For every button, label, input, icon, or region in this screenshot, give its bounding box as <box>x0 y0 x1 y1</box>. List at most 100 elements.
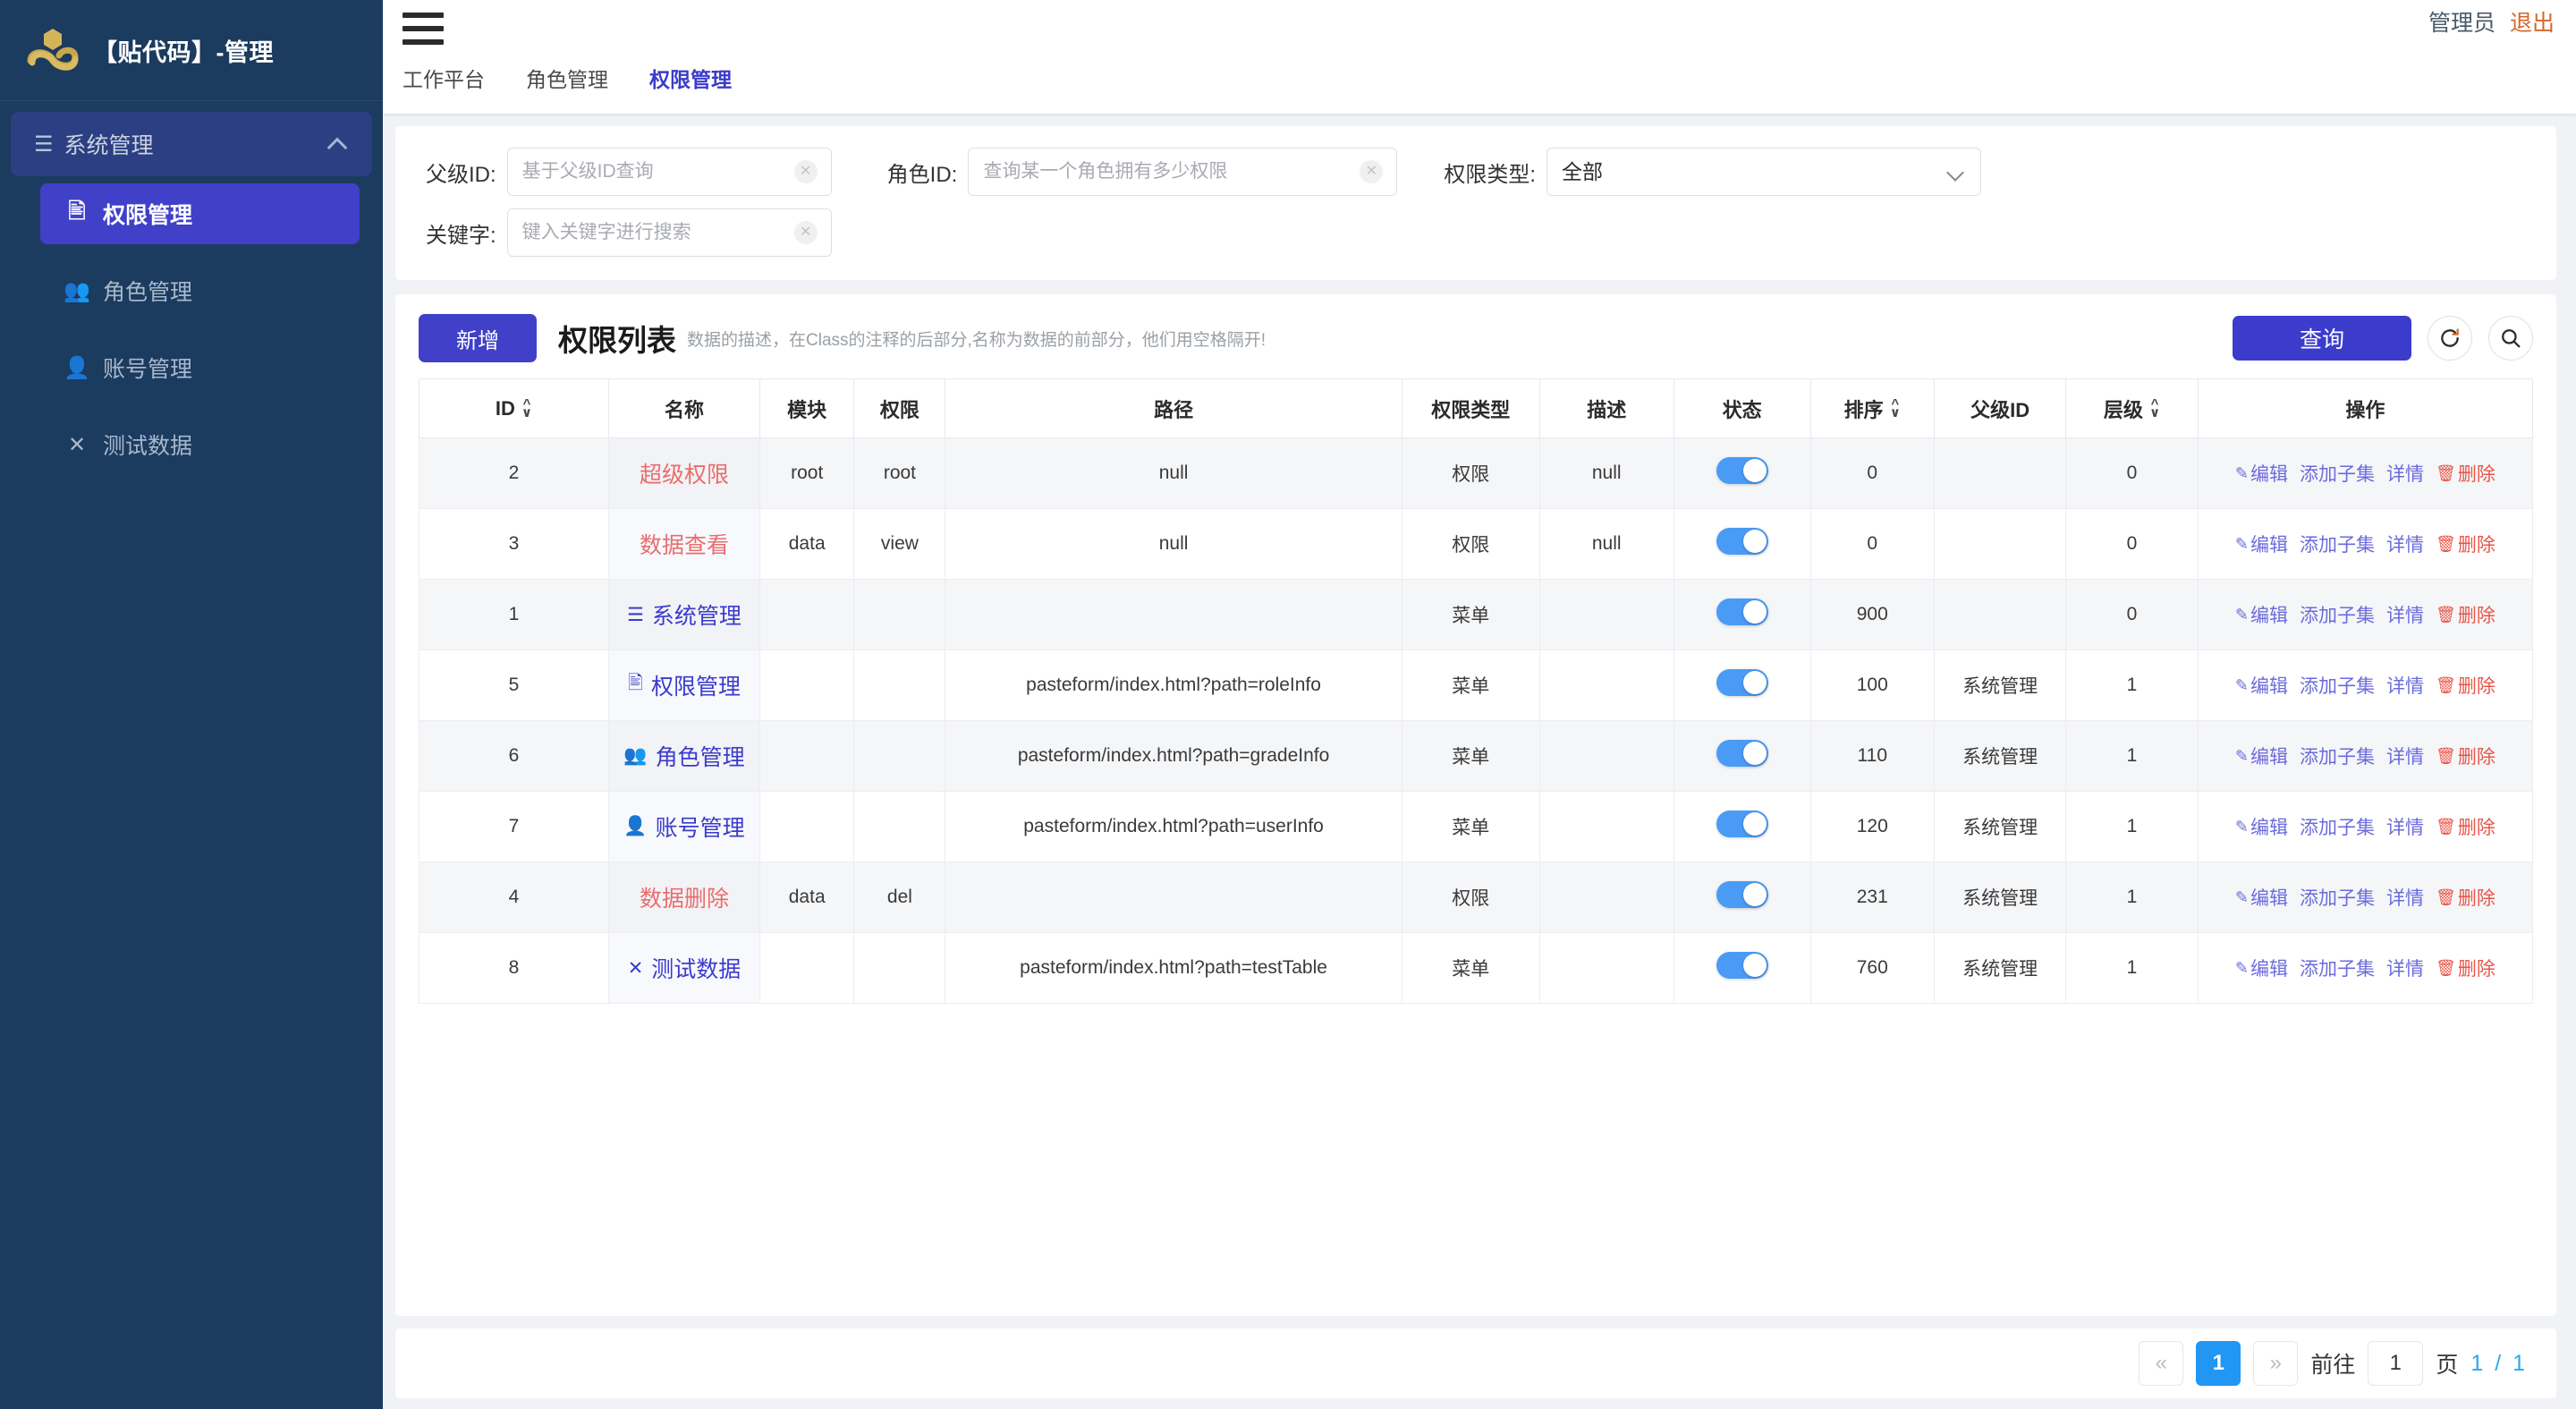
cell-status[interactable] <box>1674 721 1810 792</box>
sort-toggle-id[interactable]: ^∨ <box>521 401 532 417</box>
status-toggle[interactable] <box>1716 952 1768 979</box>
delete-action[interactable]: 🗑删除 <box>2436 813 2496 840</box>
detail-action[interactable]: 详情 <box>2386 743 2424 769</box>
search-icon-button[interactable] <box>2488 316 2533 361</box>
sidebar-item-permission-management[interactable]: 🖹 权限管理 <box>40 183 360 244</box>
clear-circle-icon[interactable]: ✕ <box>1360 160 1383 183</box>
edit-action[interactable]: ✎编辑 <box>2235 672 2288 699</box>
status-toggle[interactable] <box>1716 811 1768 837</box>
add-child-action[interactable]: 添加子集 <box>2300 743 2375 769</box>
edit-action[interactable]: ✎编辑 <box>2235 884 2288 911</box>
permission-name[interactable]: ☰系统管理 <box>627 598 741 631</box>
sidebar-item-test-data[interactable]: ✕ 测试数据 <box>40 414 360 475</box>
col-header-level[interactable]: 层级 ^∨ <box>2066 379 2198 438</box>
clear-circle-icon[interactable]: ✕ <box>794 221 818 244</box>
cell-status[interactable] <box>1674 792 1810 862</box>
status-toggle[interactable] <box>1716 669 1768 696</box>
status-toggle[interactable] <box>1716 881 1768 908</box>
cell-operations[interactable]: ✎编辑添加子集详情 🗑删除 <box>2198 580 2532 650</box>
cell-operations[interactable]: ✎编辑添加子集详情 🗑删除 <box>2198 862 2532 933</box>
table-scroll-region[interactable]: ID ^∨ 名称 模块 权限 路径 权限类型 描述 状态 <box>419 378 2533 1316</box>
cell-operations[interactable]: ✎编辑添加子集详情 🗑删除 <box>2198 721 2532 792</box>
detail-action[interactable]: 详情 <box>2386 530 2424 557</box>
perm-type-select[interactable]: 全部 菜单 权限 <box>1546 148 1981 196</box>
role-id-input[interactable] <box>968 148 1397 196</box>
clear-circle-icon[interactable]: ✕ <box>794 160 818 183</box>
delete-action[interactable]: 🗑删除 <box>2436 530 2496 557</box>
delete-action[interactable]: 🗑删除 <box>2436 955 2496 981</box>
refresh-icon-button[interactable] <box>2428 316 2472 361</box>
delete-action[interactable]: 🗑删除 <box>2436 743 2496 769</box>
delete-action[interactable]: 🗑删除 <box>2436 460 2496 487</box>
add-child-action[interactable]: 添加子集 <box>2300 884 2375 911</box>
pagination-prev-button[interactable]: « <box>2139 1341 2183 1386</box>
hamburger-icon[interactable] <box>402 13 444 45</box>
permission-name[interactable]: 数据删除 <box>640 887 729 912</box>
delete-action[interactable]: 🗑删除 <box>2436 672 2496 699</box>
detail-action[interactable]: 详情 <box>2386 672 2424 699</box>
cell-status[interactable] <box>1674 438 1810 509</box>
permission-name[interactable]: 👥角色管理 <box>623 740 744 772</box>
edit-action[interactable]: ✎编辑 <box>2235 530 2288 557</box>
edit-action[interactable]: ✎编辑 <box>2235 460 2288 487</box>
permission-name[interactable]: 超级权限 <box>640 463 729 488</box>
status-toggle[interactable] <box>1716 528 1768 555</box>
detail-action[interactable]: 详情 <box>2386 460 2424 487</box>
tab-role-management[interactable]: 角色管理 <box>526 63 608 93</box>
status-toggle[interactable] <box>1716 740 1768 767</box>
cell-status[interactable] <box>1674 933 1810 1004</box>
sort-toggle-sort[interactable]: ^∨ <box>1890 401 1901 417</box>
add-child-action[interactable]: 添加子集 <box>2300 530 2375 557</box>
add-child-action[interactable]: 添加子集 <box>2300 955 2375 981</box>
tab-workbench[interactable]: 工作平台 <box>402 63 485 93</box>
add-child-action[interactable]: 添加子集 <box>2300 813 2375 840</box>
status-toggle[interactable] <box>1716 457 1768 484</box>
detail-action[interactable]: 详情 <box>2386 955 2424 981</box>
cell-operations[interactable]: ✎编辑添加子集详情 🗑删除 <box>2198 650 2532 721</box>
pagination-page-1[interactable]: 1 <box>2196 1341 2241 1386</box>
col-header-id[interactable]: ID ^∨ <box>419 379 609 438</box>
permission-name[interactable]: ✕测试数据 <box>628 952 741 984</box>
add-child-action[interactable]: 添加子集 <box>2300 460 2375 487</box>
pagination-jump-label: 前往 <box>2310 1347 2355 1379</box>
cell-operations[interactable]: ✎编辑添加子集详情 🗑删除 <box>2198 933 2532 1004</box>
edit-action[interactable]: ✎编辑 <box>2235 813 2288 840</box>
sort-toggle-level[interactable]: ^∨ <box>2149 401 2160 417</box>
add-button[interactable]: 新增 <box>419 314 537 362</box>
sidebar-item-account-management[interactable]: 👤 账号管理 <box>40 337 360 398</box>
cell-status[interactable] <box>1674 509 1810 580</box>
col-header-name: 名称 <box>609 379 760 438</box>
sidebar-item-role-management[interactable]: 👥 角色管理 <box>40 260 360 321</box>
detail-action[interactable]: 详情 <box>2386 813 2424 840</box>
edit-action[interactable]: ✎编辑 <box>2235 601 2288 628</box>
pagination-next-button[interactable]: » <box>2253 1341 2298 1386</box>
detail-action[interactable]: 详情 <box>2386 601 2424 628</box>
cell-status[interactable] <box>1674 650 1810 721</box>
detail-action[interactable]: 详情 <box>2386 884 2424 911</box>
permission-name[interactable]: 🖹权限管理 <box>628 669 741 701</box>
add-child-action[interactable]: 添加子集 <box>2300 601 2375 628</box>
edit-action[interactable]: ✎编辑 <box>2235 743 2288 769</box>
edit-action[interactable]: ✎编辑 <box>2235 955 2288 981</box>
cell-status[interactable] <box>1674 862 1810 933</box>
cell-status[interactable] <box>1674 580 1810 650</box>
delete-action[interactable]: 🗑删除 <box>2436 601 2496 628</box>
add-child-action[interactable]: 添加子集 <box>2300 672 2375 699</box>
logout-link[interactable]: 退出 <box>2510 5 2555 38</box>
query-button[interactable]: 查询 <box>2233 316 2411 361</box>
chevron-up-icon[interactable] <box>329 135 347 153</box>
delete-action[interactable]: 🗑删除 <box>2436 884 2496 911</box>
sidebar-group-system-management[interactable]: ☰ 系统管理 <box>11 112 372 176</box>
parent-id-input[interactable] <box>507 148 832 196</box>
cell-operations[interactable]: ✎编辑添加子集详情 🗑删除 <box>2198 509 2532 580</box>
status-toggle[interactable] <box>1716 598 1768 625</box>
trash-icon: 🗑 <box>2436 747 2456 766</box>
cell-operations[interactable]: ✎编辑添加子集详情 🗑删除 <box>2198 438 2532 509</box>
cell-operations[interactable]: ✎编辑添加子集详情 🗑删除 <box>2198 792 2532 862</box>
permission-name[interactable]: 数据查看 <box>640 533 729 558</box>
keyword-input[interactable] <box>507 208 832 257</box>
tab-permission-management[interactable]: 权限管理 <box>649 63 732 93</box>
pagination-jump-input[interactable] <box>2368 1341 2423 1386</box>
col-header-sort[interactable]: 排序 ^∨ <box>1810 379 1934 438</box>
permission-name[interactable]: 👤账号管理 <box>623 811 744 843</box>
